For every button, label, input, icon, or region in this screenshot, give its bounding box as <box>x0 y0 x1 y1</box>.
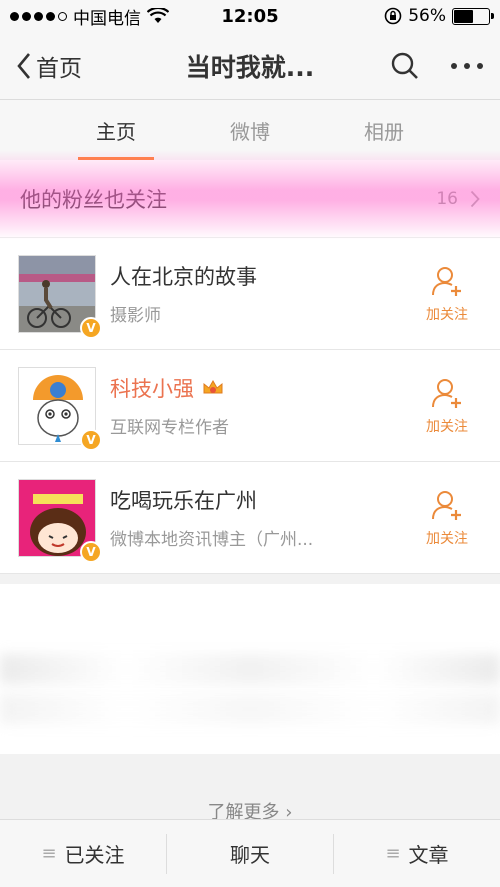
avatar[interactable]: V <box>18 478 102 563</box>
followed-button[interactable]: ≡ 已关注 <box>0 834 166 874</box>
more-icon[interactable] <box>450 62 484 70</box>
status-bar: 中国电信 12:05 56% <box>0 0 500 32</box>
obscured-content <box>0 584 500 754</box>
signal-icon <box>10 11 67 21</box>
user-desc: 互联网专栏作者 <box>110 418 229 438</box>
page-title: 当时我就... <box>185 52 315 82</box>
list-item[interactable]: V 人在北京的故事 摄影师 加关注 <box>0 238 500 350</box>
follow-button[interactable]: 加关注 <box>412 376 482 436</box>
rotation-lock-icon <box>384 7 402 25</box>
battery-icon <box>452 7 494 25</box>
clock: 12:05 <box>221 5 279 27</box>
bottom-action-bar: ≡ 已关注 聊天 ≡ 文章 <box>0 819 500 887</box>
menu-icon: ≡ <box>385 843 401 864</box>
chat-button[interactable]: 聊天 <box>166 833 333 874</box>
followed-label: 已关注 <box>64 843 125 867</box>
avatar[interactable]: V <box>18 254 102 339</box>
chevron-left-icon <box>17 52 30 79</box>
article-label: 文章 <box>408 843 449 867</box>
chat-label: 聊天 <box>230 843 270 867</box>
verified-badge: V <box>80 540 102 563</box>
back-button[interactable]: 首页 <box>16 49 82 83</box>
wifi-icon <box>147 8 169 23</box>
chevron-right-icon <box>470 190 480 207</box>
follow-button[interactable]: 加关注 <box>412 488 482 548</box>
follow-button[interactable]: 加关注 <box>412 264 482 324</box>
user-desc: 微博本地资讯博主（广州... <box>110 530 314 550</box>
add-user-icon <box>432 266 461 296</box>
user-list: V 人在北京的故事 摄影师 加关注 V 科技小强 互联网专栏作者 加关注 V 吃… <box>0 238 500 574</box>
section-title: 他的粉丝也关注 <box>20 187 167 212</box>
back-label: 首页 <box>36 55 82 82</box>
battery-percent: 56% <box>408 6 446 26</box>
vip-crown-icon <box>203 379 223 394</box>
verified-badge: V <box>80 428 102 451</box>
menu-icon: ≡ <box>41 843 57 864</box>
follow-label: 加关注 <box>426 418 468 435</box>
avatar[interactable]: V <box>18 366 102 451</box>
list-item[interactable]: V 吃喝玩乐在广州 微博本地资讯博主（广州... 加关注 <box>0 462 500 574</box>
tab-album[interactable]: 相册 <box>346 100 422 160</box>
follow-count: 16 <box>436 188 458 209</box>
follow-label: 加关注 <box>426 530 468 547</box>
user-name: 科技小强 <box>110 373 412 403</box>
user-desc: 摄影师 <box>110 306 161 326</box>
profile-tabs: 主页 微博 相册 <box>0 100 500 160</box>
fans-also-follow-header[interactable]: 他的粉丝也关注 16 <box>0 160 500 238</box>
verified-badge: V <box>80 316 102 339</box>
tab-weibo[interactable]: 微博 <box>212 100 288 160</box>
nav-bar: 首页 当时我就... <box>0 32 500 100</box>
tab-home[interactable]: 主页 <box>78 100 154 160</box>
user-name: 人在北京的故事 <box>110 265 257 289</box>
list-item[interactable]: V 科技小强 互联网专栏作者 加关注 <box>0 350 500 462</box>
follow-label: 加关注 <box>426 306 468 323</box>
add-user-icon <box>432 378 461 408</box>
article-button[interactable]: ≡ 文章 <box>333 833 500 874</box>
user-name: 吃喝玩乐在广州 <box>110 489 257 513</box>
add-user-icon <box>432 490 461 520</box>
carrier-label: 中国电信 <box>73 8 141 29</box>
search-icon[interactable] <box>390 51 420 81</box>
